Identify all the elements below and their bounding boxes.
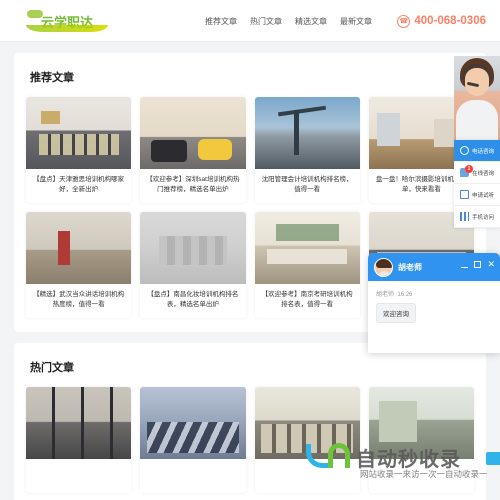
nav-item-hot[interactable]: 热门文章 (250, 16, 282, 27)
article-thumbnail (140, 212, 246, 284)
article-card[interactable]: 【盘点】天津雅思培训机构哪家好，全新出炉 (26, 97, 132, 203)
chat-timestamp: 16:26 (397, 292, 413, 298)
article-card[interactable]: 【欢迎参考】深圳sat培训机构热门推荐榜，精选名单出炉 (140, 97, 246, 203)
phone-icon (459, 146, 469, 155)
nav-item-featured[interactable]: 精选文章 (295, 16, 327, 27)
logo-text: 云学职达 (41, 12, 93, 31)
phone-circle-icon: ☎ (397, 14, 411, 28)
header-phone[interactable]: ☎ 400-068-0306 (397, 0, 486, 42)
article-title: 【精选】武汉当众讲话培训机构热度榜，值得一看 (33, 291, 125, 308)
article-thumbnail (254, 97, 360, 169)
avatar (374, 257, 393, 277)
service-item-label: 电话咨询 (471, 148, 494, 155)
article-title: 【欢迎参考】南京考研培训机构排名表，值得一看 (261, 291, 353, 308)
section-title-hot: 热门文章 (30, 362, 74, 374)
site-header: 云学职达 推荐文章 热门文章 精选文章 最新文章 ☎ 400-068-0306 (0, 0, 500, 42)
article-card[interactable]: 【精选】武汉当众讲话培训机构热度榜，值得一看 (26, 212, 132, 318)
chat-sender: 胡老师 (376, 292, 395, 298)
qrcode-icon (459, 212, 469, 221)
page-title: 推荐文章 (30, 72, 74, 84)
service-item-online-chat[interactable]: 在线咨询 1 (454, 162, 500, 184)
article-title: 【盘点】南昌化妆培训机构排名表，精选名单出炉 (147, 291, 239, 308)
article-thumbnail (368, 387, 474, 459)
article-card[interactable]: 沈阳管理会计培训机构排名榜，值得一看 (254, 97, 360, 203)
article-title (255, 459, 360, 493)
article-title (369, 459, 474, 493)
chat-message-bubble: 欢迎咨询 (376, 303, 416, 323)
service-item-mobile[interactable]: 手机访问 (454, 206, 500, 228)
article-card[interactable]: 【盘点】南昌化妆培训机构排名表，精选名单出炉 (140, 212, 246, 318)
article-card[interactable] (254, 387, 360, 493)
chat-message-meta: 胡老师 16:26 (376, 289, 492, 298)
service-item-trial[interactable]: 申请试听 (454, 184, 500, 206)
article-title (26, 459, 131, 493)
article-thumbnail (140, 97, 246, 169)
article-thumbnail (26, 387, 132, 459)
article-card[interactable] (26, 387, 132, 493)
phone-number: 400-068-0306 (414, 15, 486, 27)
chat-window-controls: ✕ (461, 260, 495, 269)
main-nav: 推荐文章 热门文章 精选文章 最新文章 (205, 0, 372, 42)
chat-header: 胡老师 ✕ (368, 253, 500, 281)
service-item-phone[interactable]: 电话咨询 (454, 140, 500, 162)
maximize-icon[interactable] (474, 261, 482, 268)
chat-window[interactable]: 胡老师 ✕ 胡老师 16:26 欢迎咨询 (368, 253, 500, 353)
article-card[interactable] (140, 387, 246, 493)
book-icon (459, 190, 469, 199)
article-card[interactable]: 【欢迎参考】南京考研培训机构排名表，值得一看 (254, 212, 360, 318)
status-badge: 1 (465, 165, 473, 173)
nav-item-recommended[interactable]: 推荐文章 (205, 16, 237, 27)
article-thumbnail (254, 387, 360, 459)
service-item-label: 申请试听 (471, 192, 494, 199)
article-card[interactable] (368, 387, 474, 493)
customer-service-agent-photo (454, 56, 500, 142)
article-title: 【欢迎参考】深圳sat培训机构热门推荐榜，精选名单出炉 (146, 176, 240, 193)
article-thumbnail (26, 212, 132, 284)
article-title: 沈阳管理会计培训机构排名榜，值得一看 (261, 176, 353, 193)
article-thumbnail (254, 212, 360, 284)
section-hot: 热门文章 (14, 343, 486, 500)
chat-body: 胡老师 16:26 欢迎咨询 (368, 281, 500, 353)
article-title: 【盘点】天津雅思培训机构哪家好，全新出炉 (33, 176, 125, 193)
close-icon[interactable]: ✕ (487, 260, 495, 269)
service-item-label: 手机访问 (471, 214, 494, 221)
nav-item-latest[interactable]: 最新文章 (340, 16, 372, 27)
page-root: 云学职达 推荐文章 热门文章 精选文章 最新文章 ☎ 400-068-0306 … (0, 0, 500, 500)
site-logo[interactable]: 云学职达 (24, 9, 110, 33)
card-grid-hot (26, 387, 474, 493)
minimize-icon[interactable] (461, 266, 469, 268)
floating-service-panel: 电话咨询 在线咨询 1 申请试听 手机访问 (454, 140, 500, 228)
article-title (140, 459, 245, 493)
service-item-label: 在线咨询 (471, 170, 494, 177)
article-thumbnail (140, 387, 246, 459)
article-thumbnail (26, 97, 132, 169)
chat-title: 胡老师 (398, 262, 422, 272)
